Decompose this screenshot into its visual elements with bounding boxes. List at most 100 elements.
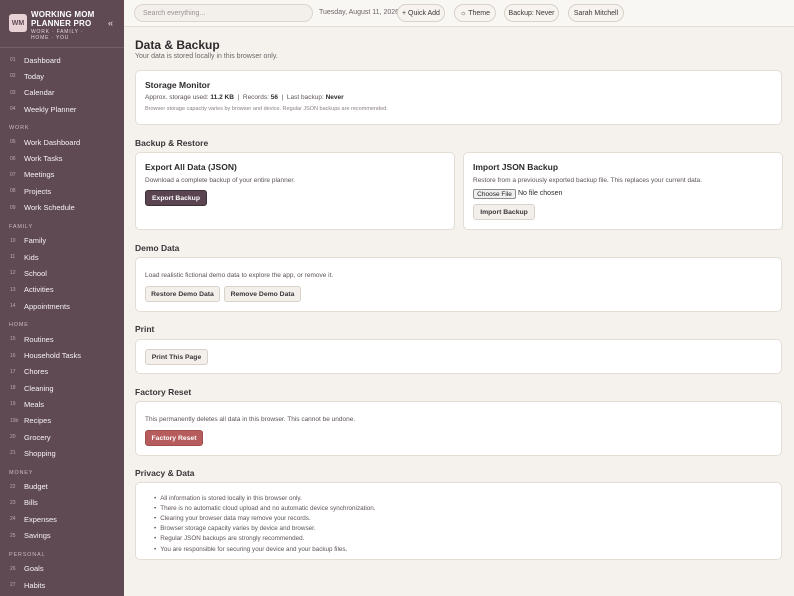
brand: WM WORKING MOM PLANNER PRO WORK · FAMILY… [0,0,124,48]
sidebar-nav: 01 Dashboard 02 Today 03 Calendar 04 Weekly Pla… [0,48,124,596]
main-content: Data & Backup Your data is stored locall… [124,27,794,596]
sidebar-item-number: 23 [10,499,16,506]
sidebar-item-number: 07 [10,171,16,178]
collapse-sidebar-icon[interactable]: « [108,18,113,28]
storage-stats: Approx. storage used: 11.2 KB | Records:… [145,94,344,101]
sidebar-item-label: Projects [24,186,52,196]
import-title: Import JSON Backup [473,162,559,172]
sidebar-item-work-dashboard[interactable]: 05 Work Dashboard [0,134,124,150]
sidebar-item-number: 20 [10,434,16,441]
theme-button[interactable]: ☼ Theme [454,4,496,22]
sidebar-item-label: Activities [24,285,54,295]
sidebar-item-budget[interactable]: 22 Budget [0,479,124,495]
search-input[interactable]: Search everything... [134,4,313,22]
sidebar-item-label: Appointments [24,301,70,311]
sidebar-item-label: Work Schedule [24,203,75,213]
sidebar-item-projects[interactable]: 08 Projects [0,183,124,199]
sidebar-item-number: 24 [10,516,16,523]
sidebar-item-bills[interactable]: 23 Bills [0,495,124,511]
import-backup-button[interactable]: Import Backup [473,204,535,220]
sidebar-item-activities[interactable]: 13 Activities [0,282,124,298]
export-title: Export All Data (JSON) [145,162,237,172]
sidebar-item-label: Routines [24,334,54,344]
restore-demo-button[interactable]: Restore Demo Data [145,286,220,302]
sidebar-item-label: Shopping [24,448,56,458]
print-page-button[interactable]: Print This Page [145,349,208,365]
sidebar-item-routines[interactable]: 15 Routines [0,331,124,347]
factory-reset-button[interactable]: Factory Reset [145,430,203,446]
storage-monitor-title: Storage Monitor [145,80,211,90]
file-status: No file chosen [518,190,563,197]
sidebar-item-expenses[interactable]: 24 Expenses [0,511,124,527]
sidebar-item-shopping[interactable]: 21 Shopping [0,445,124,461]
sidebar-item-label: Household Tasks [24,351,81,361]
sidebar-item-calendar[interactable]: 03 Calendar [0,85,124,101]
sidebar-item-cleaning[interactable]: 18 Cleaning [0,380,124,396]
sidebar-item-dashboard[interactable]: 01 Dashboard [0,52,124,68]
sidebar-item-label: Budget [24,482,48,492]
sidebar-section-work: WORK [9,125,30,132]
sidebar-item-label: School [24,268,47,278]
page-title: Data & Backup [135,38,220,52]
sidebar-item-work-tasks[interactable]: 06 Work Tasks [0,150,124,166]
sidebar-item-label: Goals [24,564,44,574]
sidebar-item-number: 05 [10,139,16,146]
sidebar-section-money: MONEY [9,469,34,476]
sidebar-item-label: Cleaning [24,383,54,393]
sidebar-section-home: HOME [9,322,29,329]
sidebar-item-grocery[interactable]: 20 Grocery [0,429,124,445]
storage-used-value: 11.2 KB [210,94,234,101]
sidebar-item-goals[interactable]: 26 Goals [0,561,124,577]
sidebar-item-label: Recipes [24,416,52,426]
privacy-heading: Privacy & Data [135,468,195,478]
sidebar-item-appointments[interactable]: 14 Appointments [0,298,124,314]
sidebar-item-number: 01 [10,57,16,64]
backup-restore-heading: Backup & Restore [135,138,209,148]
sidebar-item-family[interactable]: 10 Family [0,233,124,249]
remove-demo-button[interactable]: Remove Demo Data [224,286,301,302]
reset-warning: This permanently deletes all data in thi… [145,416,356,423]
app-logo: WM [9,14,27,32]
last-backup-value: Never [325,94,344,101]
sidebar-item-label: Expenses [24,514,57,524]
demo-description: Load realistic fictional demo data to ex… [145,272,334,279]
sidebar-item-number: 27 [10,582,16,589]
sidebar-item-savings[interactable]: 25 Savings [0,527,124,543]
export-backup-button[interactable]: Export Backup [145,190,207,206]
sidebar-item-label: Work Dashboard [24,137,81,147]
sidebar-item-label: Habits [24,580,46,590]
storage-monitor-card: Storage Monitor Approx. storage used: 11… [135,70,782,125]
backup-status-button[interactable]: Backup: Never [504,4,559,22]
sidebar-item-number: 15 [10,336,16,343]
sidebar-item-number: 02 [10,73,16,80]
privacy-item: All information is stored locally in thi… [154,493,376,503]
sidebar-item-number: 19b [10,417,19,424]
sidebar-item-label: Bills [24,498,38,508]
sidebar-item-meals[interactable]: 19 Meals [0,396,124,412]
sidebar-item-meetings[interactable]: 07 Meetings [0,167,124,183]
choose-file-button[interactable]: Choose File [473,189,516,199]
current-date: Tuesday, August 11, 2026 [319,9,400,16]
sidebar-item-habits[interactable]: 27 Habits [0,577,124,593]
export-description: Download a complete backup of your entir… [145,177,295,184]
sidebar-item-number: 17 [10,368,16,375]
sidebar-item-school[interactable]: 12 School [0,265,124,281]
privacy-item: There is no automatic cloud upload and n… [154,503,375,513]
sidebar-item-kids[interactable]: 11 Kids [0,249,124,265]
records-count: 56 [270,94,278,101]
sidebar-item-household-tasks[interactable]: 16 Household Tasks [0,347,124,363]
sidebar-item-today[interactable]: 02 Today [0,68,124,84]
sidebar-item-recipes[interactable]: 19b Recipes [0,413,124,429]
sidebar-item-weekly-planner[interactable]: 04 Weekly Planner [0,101,124,117]
sidebar-item-work-schedule[interactable]: 09 Work Schedule [0,199,124,215]
user-menu-button[interactable]: Sarah Mitchell [568,4,624,22]
sidebar-item-label: Work Tasks [24,154,63,164]
sidebar-item-chores[interactable]: 17 Chores [0,364,124,380]
sidebar-item-number: 18 [10,385,16,392]
quick-add-button[interactable]: + Quick Add [397,4,445,22]
import-card: Import JSON Backup Restore from a previo… [463,152,783,230]
sidebar-item-label: Dashboard [24,55,61,65]
demo-data-heading: Demo Data [135,243,180,253]
sidebar-section-personal: PERSONAL [9,551,46,558]
sidebar-item-label: Meals [24,399,45,409]
